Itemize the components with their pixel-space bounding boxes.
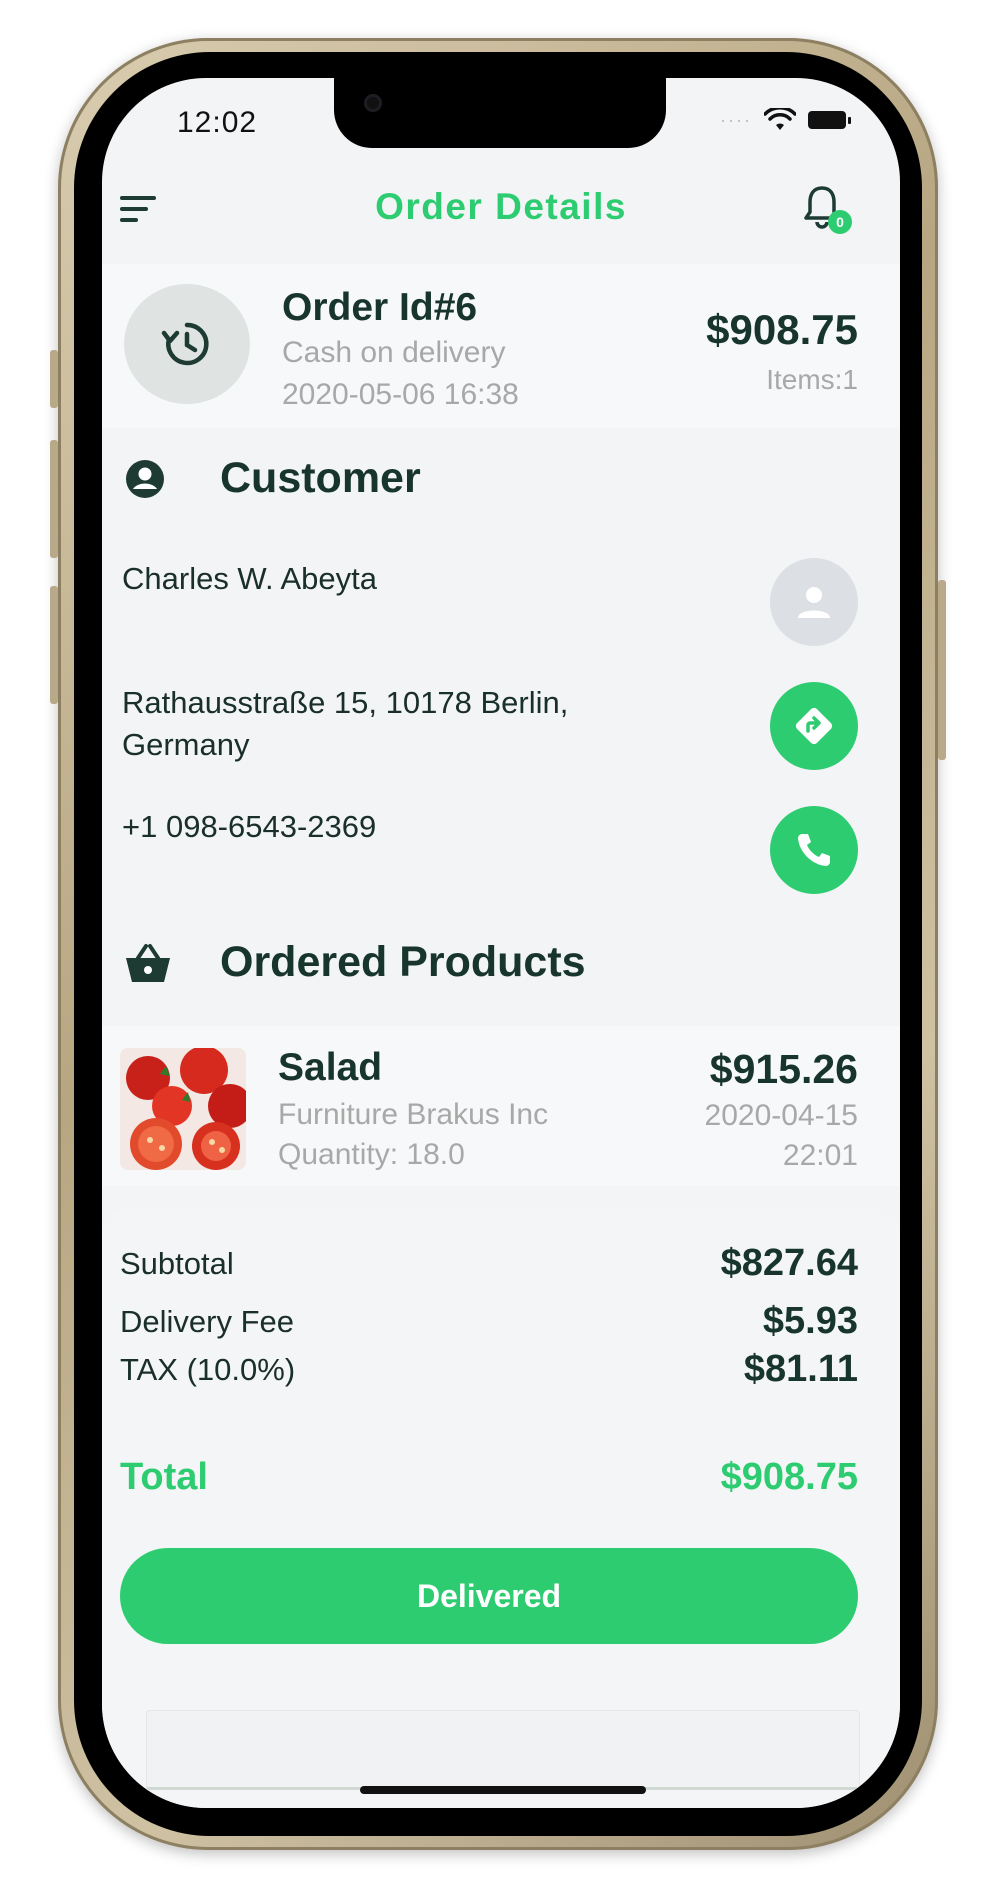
product-name: Salad xyxy=(278,1046,383,1089)
order-summary-card[interactable]: Order Id#6 Cash on delivery 2020-05-06 1… xyxy=(102,264,900,428)
basket-icon xyxy=(126,944,170,982)
customer-name: Charles W. Abeyta xyxy=(122,561,378,596)
screen: 12:02 ···· Order Details 0 Order Id#6 Ca… xyxy=(102,78,900,1808)
status-time: 12:02 xyxy=(177,106,258,139)
order-items-count: Items:1 xyxy=(766,364,858,395)
delivery-fee-value: $5.93 xyxy=(762,1300,858,1342)
tax-value: $81.11 xyxy=(743,1348,858,1390)
tax-label: TAX (10.0%) xyxy=(120,1352,296,1387)
customer-section-title: Customer xyxy=(220,454,421,502)
bottom-sheet xyxy=(146,1710,860,1790)
product-item[interactable]: Salad Furniture Brakus Inc Quantity: 18.… xyxy=(102,1026,900,1186)
person-icon xyxy=(798,587,830,618)
notification-badge: 0 xyxy=(828,210,852,234)
notch xyxy=(334,78,666,148)
product-price: $915.26 xyxy=(709,1046,858,1092)
total-value: $908.75 xyxy=(720,1456,858,1498)
volume-down-button xyxy=(50,586,58,704)
notifications-button[interactable]: 0 xyxy=(802,184,852,234)
directions-icon xyxy=(795,707,833,745)
subtotal-value: $827.64 xyxy=(720,1242,858,1284)
mute-switch xyxy=(50,350,58,408)
power-button xyxy=(938,580,946,760)
order-status-icon xyxy=(124,284,250,404)
product-time: 22:01 xyxy=(782,1139,858,1172)
product-datetime: 2020-04-15 22:01 xyxy=(705,1096,858,1176)
address-line-1: Rathausstraße 15, 10178 Berlin, xyxy=(122,685,569,720)
total-label: Total xyxy=(120,1456,208,1498)
customer-phone: +1 098-6543-2369 xyxy=(122,809,377,844)
history-icon xyxy=(161,322,209,366)
product-date: 2020-04-15 xyxy=(704,1099,858,1132)
payment-method: Cash on delivery xyxy=(282,336,506,369)
delivered-button[interactable]: Delivered xyxy=(120,1548,858,1644)
products-section-title: Ordered Products xyxy=(220,938,586,986)
volume-up-button xyxy=(50,440,58,558)
home-indicator[interactable] xyxy=(360,1786,646,1794)
battery-icon xyxy=(808,111,851,129)
wifi-icon xyxy=(764,108,796,130)
page-title: Order Details xyxy=(375,186,627,227)
product-vendor: Furniture Brakus Inc xyxy=(278,1098,549,1131)
address-line-2: Germany xyxy=(122,727,250,762)
subtotal-label: Subtotal xyxy=(120,1246,234,1281)
account-circle-icon xyxy=(126,460,164,498)
front-camera xyxy=(364,94,382,112)
signal-dots-icon: ···· xyxy=(720,109,752,130)
product-quantity: Quantity: 18.0 xyxy=(278,1138,465,1171)
order-id: Order Id#6 xyxy=(282,286,478,329)
order-date: 2020-05-06 16:38 xyxy=(282,378,519,411)
directions-button[interactable] xyxy=(770,682,858,770)
call-button[interactable] xyxy=(770,806,858,894)
customer-address: Rathausstraße 15, 10178 Berlin, Germany xyxy=(122,682,568,766)
order-total: $908.75 xyxy=(706,306,858,353)
status-icons: ···· xyxy=(720,108,851,132)
customer-profile-button[interactable] xyxy=(770,558,858,646)
product-image xyxy=(120,1048,246,1170)
delivery-fee-label: Delivery Fee xyxy=(120,1304,294,1339)
phone-icon xyxy=(798,834,830,866)
